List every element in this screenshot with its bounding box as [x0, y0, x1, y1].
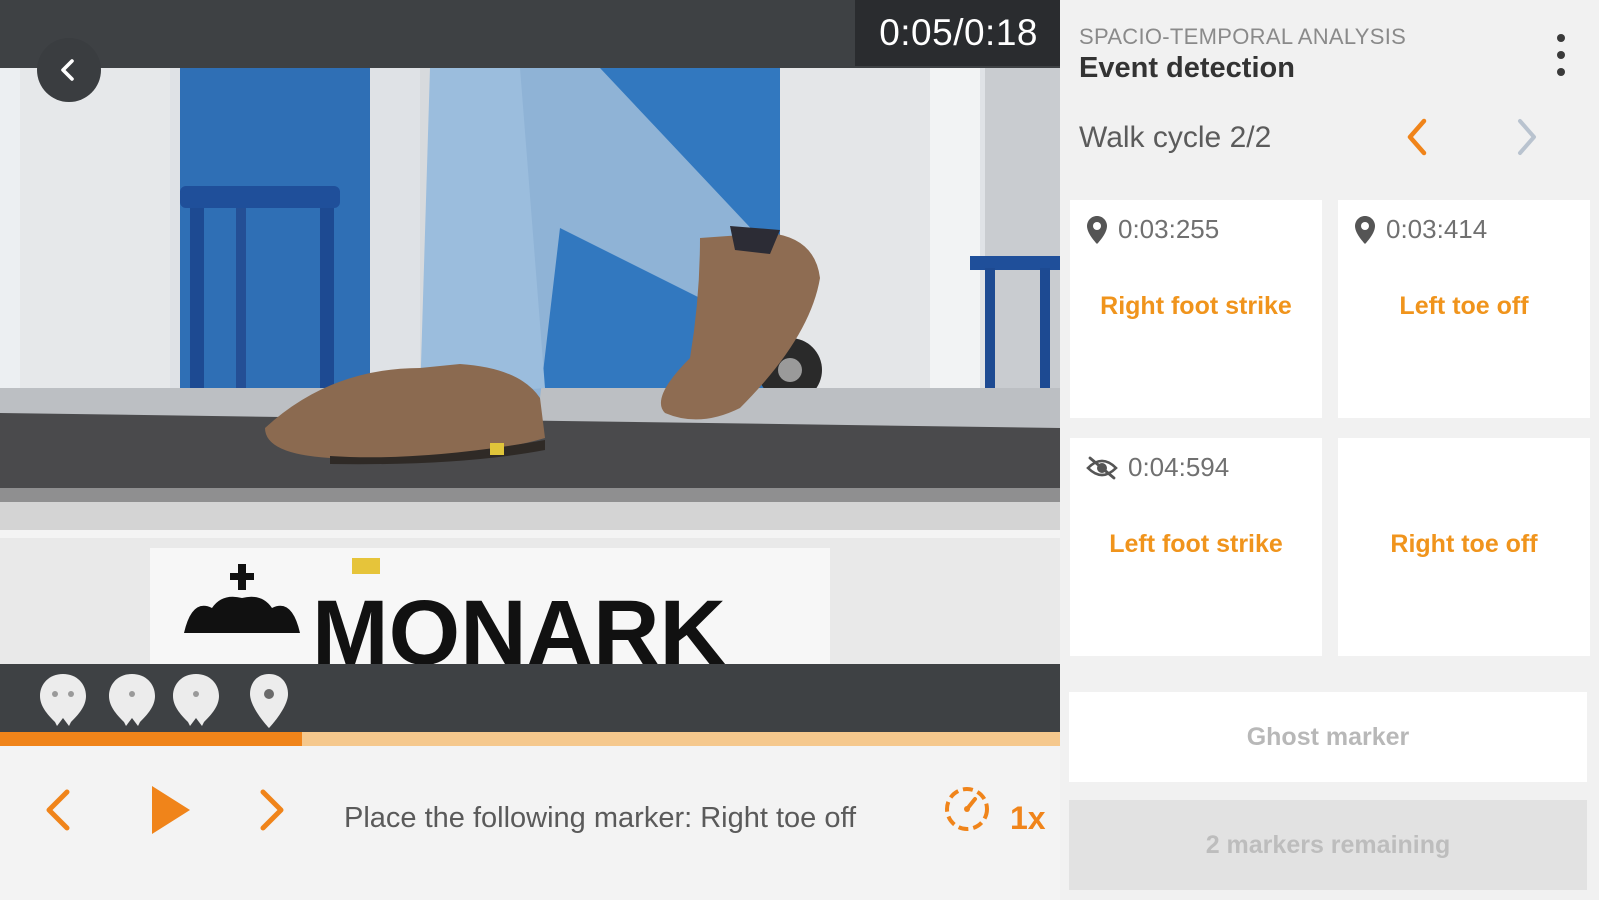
playback-progress-bar[interactable] [0, 732, 1060, 746]
location-pin-icon[interactable] [243, 672, 295, 730]
eye-off-icon [1086, 456, 1118, 479]
event-name: Left foot strike [1109, 530, 1283, 558]
playback-speed-label[interactable]: 1x [1010, 800, 1046, 837]
event-name: Right foot strike [1100, 292, 1292, 320]
event-time: 0:03:255 [1118, 214, 1220, 244]
timecode: 0:05/0:18 [855, 0, 1060, 66]
panel-kicker: SPACIO-TEMPORAL ANALYSIS [1079, 24, 1407, 49]
event-card-right-toe-off[interactable]: Right toe off [1338, 438, 1590, 656]
video-frame[interactable]: MONARK [0, 68, 1060, 664]
speed-dial-icon [945, 787, 989, 831]
previous-cycle-button[interactable] [1402, 115, 1432, 164]
event-card-left-foot-strike[interactable]: 0:04:594 Left foot strike [1070, 438, 1322, 656]
event-detection-panel: SPACIO-TEMPORAL ANALYSIS Event detection… [1060, 0, 1599, 900]
event-time: 0:04:594 [1128, 452, 1230, 482]
event-name: Right toe off [1390, 530, 1538, 558]
event-name: Left toe off [1399, 292, 1529, 320]
brand-text: MONARK [312, 582, 726, 664]
event-card-left-toe-off[interactable]: 0:03:414 Left toe off [1338, 200, 1590, 418]
next-frame-button[interactable] [252, 786, 292, 834]
chevron-right-icon [260, 789, 284, 831]
location-pin-icon [1355, 215, 1375, 244]
ghost-marker-button[interactable]: Ghost marker [1069, 692, 1587, 782]
event-time: 0:03:414 [1386, 214, 1488, 244]
playback-progress-fill [0, 732, 303, 746]
ghost-marker-icon[interactable] [37, 672, 89, 730]
ghost-marker-icon[interactable] [106, 672, 158, 730]
marker-instruction: Place the following marker: Right toe of… [344, 802, 857, 834]
chevron-left-icon [46, 789, 70, 831]
video-top-bar: 0:05/0:18 [0, 0, 1060, 68]
marker-timeline [0, 664, 1060, 732]
panel-title: Event detection [1079, 52, 1295, 84]
video-player: 0:05/0:18 MONARK Place the following mar… [0, 0, 1060, 900]
location-pin-icon [1087, 215, 1107, 244]
play-button[interactable] [146, 782, 194, 838]
markers-remaining-button[interactable]: 2 markers remaining [1069, 800, 1587, 890]
ghost-marker-icon[interactable] [170, 672, 222, 730]
chevron-left-icon [1407, 118, 1427, 156]
walk-cycle-label: Walk cycle 2/2 [1079, 121, 1272, 154]
more-options-icon[interactable] [1551, 34, 1571, 76]
treadmill-video-image: MONARK [0, 68, 1060, 664]
playback-speed-button[interactable] [942, 784, 992, 834]
back-button[interactable] [37, 38, 101, 102]
play-icon [152, 786, 190, 834]
chevron-right-icon [1518, 119, 1536, 155]
previous-frame-button[interactable] [38, 786, 78, 834]
next-cycle-button[interactable] [1512, 115, 1542, 164]
event-card-right-foot-strike[interactable]: 0:03:255 Right foot strike [1070, 200, 1322, 418]
chevron-left-icon [61, 59, 74, 81]
playback-controls: Place the following marker: Right toe of… [0, 746, 1060, 900]
